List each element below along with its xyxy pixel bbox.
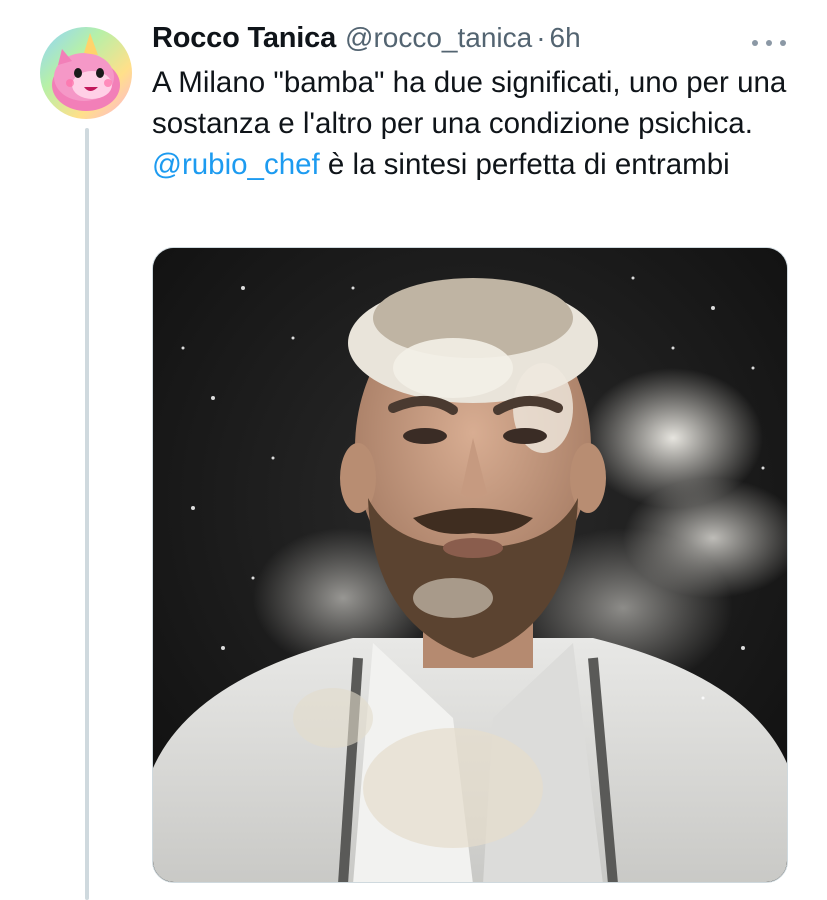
author-display-name[interactable]: Rocco Tanica <box>152 22 336 55</box>
separator-dot: · <box>536 22 546 53</box>
more-options-icon[interactable] <box>752 38 786 48</box>
chef-photo-image <box>153 248 787 882</box>
tweet-header: Rocco Tanica @rocco_tanica · 6h <box>152 22 581 62</box>
author-handle[interactable]: @rocco_tanica <box>345 22 532 54</box>
tweet[interactable]: Rocco Tanica @rocco_tanica · 6h A Milano… <box>0 0 827 900</box>
more-dot <box>766 40 772 46</box>
more-dot <box>780 40 786 46</box>
tweet-timestamp[interactable]: 6h <box>550 22 581 54</box>
more-dot <box>752 40 758 46</box>
tweet-text-part: è la sintesi perfetta di entrambi <box>319 148 730 181</box>
tweet-text: A Milano "bamba" ha due significati, uno… <box>152 62 802 185</box>
pink-unicorn-avatar-icon <box>40 27 132 119</box>
tweet-photo[interactable] <box>152 247 788 883</box>
tweet-text-part: A Milano "bamba" ha due significati, uno… <box>152 66 787 140</box>
mention-link[interactable]: @rubio_chef <box>152 148 320 181</box>
thread-line <box>85 128 89 900</box>
author-avatar[interactable] <box>40 27 132 119</box>
